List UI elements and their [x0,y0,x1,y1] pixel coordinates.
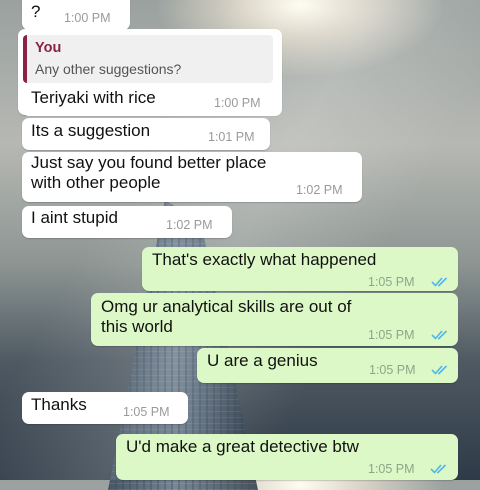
message-incoming[interactable]: Thanks 1:05 PM [22,392,188,424]
message-time: 1:05 PM [369,363,416,377]
message-outgoing[interactable]: U are a genius 1:05 PM [197,348,458,383]
message-time: 1:00 PM [214,96,261,110]
message-time: 1:02 PM [296,183,343,197]
message-time: 1:05 PM [123,405,170,419]
message-time: 1:05 PM [368,328,415,342]
message-outgoing[interactable]: U'd make a great detective btw 1:05 PM [116,434,458,480]
message-text-line-2: with other people [31,173,161,192]
message-time: 1:05 PM [368,275,415,289]
message-text: Its a suggestion [31,121,151,140]
message-text-line-1: Just say you found better place [31,153,267,172]
reply-quote[interactable]: You Any other suggestions? [23,35,273,83]
message-text: Teriyaki with rice [31,88,156,107]
message-text-line-1: Omg ur analytical skills are out of [101,297,352,316]
double-check-icon [431,365,448,375]
double-check-icon [431,277,448,287]
message-time: 1:01 PM [208,130,255,144]
message-text-line-2: this world [101,317,173,336]
message-incoming[interactable]: Just say you found better place with oth… [22,152,362,202]
message-incoming[interactable]: I aint stupid 1:02 PM [22,206,232,238]
reply-author: You [35,40,62,56]
message-outgoing[interactable]: That's exactly what happened 1:05 PM [142,247,458,291]
message-text: I aint stupid [31,208,118,227]
double-check-icon [431,330,448,340]
message-time: 1:00 PM [64,11,111,25]
reply-text: Any other suggestions? [35,61,182,77]
message-incoming[interactable]: ? 1:00 PM [22,0,130,30]
message-incoming[interactable]: Teriyaki with rice 1:00 PM [22,84,282,116]
message-text: That's exactly what happened [152,250,377,269]
message-time: 1:05 PM [368,462,415,476]
message-outgoing[interactable]: Omg ur analytical skills are out of this… [91,293,458,346]
message-text: U'd make a great detective btw [126,437,359,456]
message-text: U are a genius [207,351,318,370]
message-incoming[interactable]: Its a suggestion 1:01 PM [22,118,270,150]
double-check-icon [430,464,447,474]
message-text: ? [31,2,41,21]
message-time: 1:02 PM [166,218,213,232]
message-text: Thanks [31,395,87,414]
